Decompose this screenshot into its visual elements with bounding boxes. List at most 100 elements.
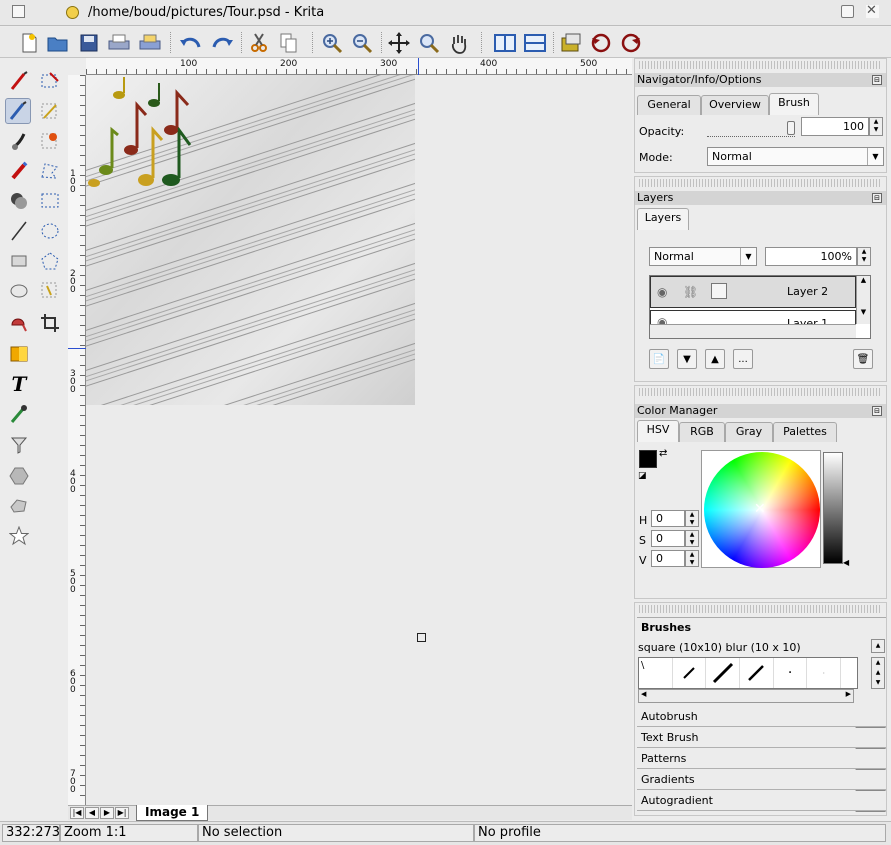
brush-preset[interactable]	[740, 658, 774, 688]
layer-list-scrollbar[interactable]: ▲ ▼	[856, 276, 870, 324]
close-window-button[interactable]: ✕	[866, 4, 879, 18]
pan-icon[interactable]	[446, 30, 472, 55]
opacity-input[interactable]: 100	[801, 117, 869, 136]
restore-window-button[interactable]	[841, 5, 854, 18]
airbrush-tool-icon[interactable]	[5, 98, 31, 124]
brush-preset[interactable]	[706, 658, 741, 688]
print-preview-icon[interactable]	[137, 30, 163, 55]
save-icon[interactable]	[76, 30, 102, 55]
tab-gray[interactable]: Gray	[725, 422, 773, 442]
eye-icon[interactable]: ◉	[657, 285, 667, 299]
brush-grid-scrollbar[interactable]: ▲ ▲ ▼	[871, 657, 885, 689]
polygon-tool-icon[interactable]	[37, 248, 63, 274]
brush-preset[interactable]	[673, 658, 707, 688]
polygon-select-tool-icon[interactable]	[37, 158, 63, 184]
layer-opacity-spinner[interactable]: ▲ ▼	[857, 247, 871, 266]
color-mixer-tool-icon[interactable]	[6, 188, 32, 214]
shape-tool-icon[interactable]	[6, 463, 32, 489]
view-split-icon[interactable]	[492, 30, 518, 55]
layer-list-hscrollbar[interactable]	[650, 324, 856, 338]
brush-scroll-up[interactable]: ▲	[871, 639, 885, 653]
h-input[interactable]: 0	[651, 510, 685, 527]
tab-brush[interactable]: Brush	[769, 93, 819, 115]
open-icon[interactable]	[45, 30, 71, 55]
layer-properties-button[interactable]: ...	[733, 349, 753, 369]
redo-icon[interactable]	[209, 30, 235, 55]
new-layer-icon[interactable]: 📄	[649, 349, 669, 369]
brush-tool-icon[interactable]	[6, 68, 32, 94]
move-down-icon[interactable]: ▼	[677, 349, 697, 369]
value-slider[interactable]	[823, 452, 843, 564]
text-brush-section[interactable]: Text Brush	[637, 728, 886, 748]
copy-icon[interactable]	[276, 30, 302, 55]
first-tab-button[interactable]: |◀	[70, 807, 84, 819]
brush-preset[interactable]	[841, 658, 857, 688]
image-canvas[interactable]	[86, 75, 415, 405]
smudge-tool-icon[interactable]	[6, 128, 32, 154]
rectangle-tool-icon[interactable]	[6, 248, 32, 274]
slider-thumb[interactable]	[787, 121, 795, 135]
magic-select-tool-icon[interactable]	[37, 128, 63, 154]
patterns-section[interactable]: Patterns	[637, 749, 886, 769]
rotate-ccw-icon[interactable]	[588, 30, 614, 55]
h-spinner[interactable]: ▲ ▼	[685, 510, 699, 527]
ellipse-tool-icon[interactable]	[6, 278, 32, 304]
delete-layer-icon[interactable]: 🗑	[853, 349, 873, 369]
image-tab[interactable]: Image 1	[136, 805, 209, 821]
s-input[interactable]: 0	[651, 530, 685, 547]
s-spinner[interactable]: ▲ ▼	[685, 530, 699, 547]
tab-rgb[interactable]: RGB	[679, 422, 725, 442]
zoom-out-icon[interactable]	[349, 30, 375, 55]
swap-colors-icon[interactable]: ⇄	[659, 448, 667, 459]
autobrush-section[interactable]: Autobrush	[637, 707, 886, 727]
mode-dropdown[interactable]: Normal ▼	[707, 147, 884, 166]
move-up-icon[interactable]: ▲	[705, 349, 725, 369]
gradient-tool-icon[interactable]	[6, 341, 32, 367]
last-tab-button[interactable]: ▶|	[115, 807, 129, 819]
link-icon[interactable]: ⛓	[683, 285, 698, 299]
print-icon[interactable]	[106, 30, 132, 55]
canvas-area[interactable]	[86, 75, 632, 805]
view-split-vertical-icon[interactable]	[522, 30, 548, 55]
v-spinner[interactable]: ▲ ▼	[685, 550, 699, 567]
undock-button[interactable]: ⊟	[872, 406, 882, 416]
import-layer-icon[interactable]	[558, 30, 584, 55]
crop-tool-icon[interactable]	[37, 310, 63, 336]
layer-opacity-input[interactable]: 100%	[765, 247, 857, 266]
opacity-slider[interactable]	[707, 121, 795, 137]
autogradient-section[interactable]: Autogradient	[637, 791, 886, 811]
layer-blend-mode-dropdown[interactable]: Normal ▼	[649, 247, 757, 266]
prev-tab-button[interactable]: ◀	[85, 807, 99, 819]
rotate-cw-icon[interactable]	[618, 30, 644, 55]
brush-preset[interactable]: ·	[774, 658, 808, 688]
move-icon[interactable]	[386, 30, 412, 55]
filter-tool-icon[interactable]	[6, 432, 32, 458]
opacity-spinner[interactable]: ▲ ▼	[869, 117, 883, 136]
brushes-section-title[interactable]: Brushes	[637, 617, 886, 637]
tab-palettes[interactable]: Palettes	[773, 422, 837, 442]
tab-layers[interactable]: Layers	[637, 208, 689, 230]
undo-icon[interactable]	[178, 30, 204, 55]
select-brush-tool-icon[interactable]	[37, 278, 63, 304]
new-icon[interactable]	[16, 30, 42, 55]
next-tab-button[interactable]: ▶	[100, 807, 114, 819]
layer-row[interactable]: ◉ ⛓ Layer 2	[650, 276, 856, 308]
undock-button[interactable]: ⊟	[872, 75, 882, 85]
lock-icon[interactable]	[711, 283, 727, 299]
pen-tool-icon[interactable]	[37, 98, 63, 124]
rect-marquee-tool-icon[interactable]	[37, 188, 63, 214]
brush-preset[interactable]: \	[639, 658, 673, 688]
ellipse-select-tool-icon[interactable]	[37, 218, 63, 244]
transform-tool-icon[interactable]	[6, 493, 32, 519]
text-tool-icon[interactable]: T	[6, 371, 32, 397]
zoom-in-icon[interactable]	[319, 30, 345, 55]
line-tool-icon[interactable]	[6, 218, 32, 244]
tab-hsv[interactable]: HSV	[637, 420, 679, 442]
window-menu-button[interactable]	[12, 5, 25, 18]
zoom-icon[interactable]	[416, 30, 442, 55]
undock-button[interactable]: ⊟	[872, 193, 882, 203]
cut-icon[interactable]	[246, 30, 272, 55]
eraser-tool-icon[interactable]	[6, 158, 32, 184]
reset-colors-icon[interactable]: ◪	[638, 471, 647, 481]
brush-preset[interactable]: ·	[807, 658, 842, 688]
